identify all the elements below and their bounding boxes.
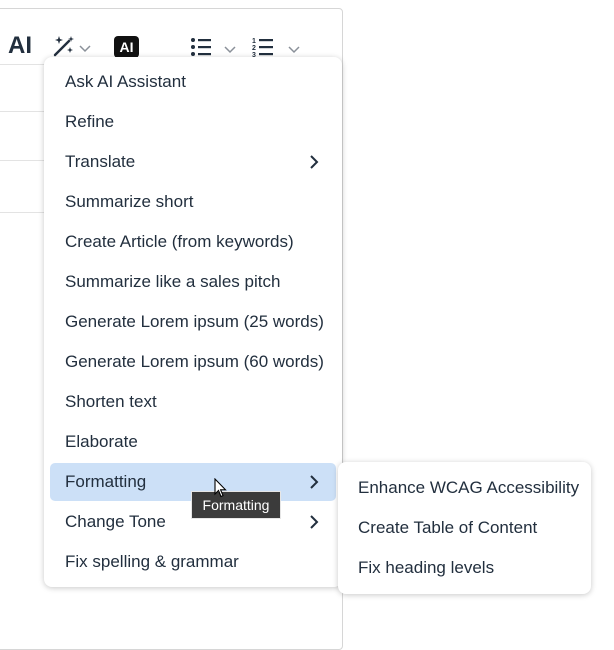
- ai-text-button[interactable]: AI: [8, 32, 32, 60]
- submenu-item-enhance-wcag-accessibility[interactable]: Enhance WCAG Accessibility: [344, 469, 585, 507]
- submenu-item-label: Create Table of Content: [358, 518, 538, 537]
- svg-text:1: 1: [252, 38, 256, 45]
- submenu-item-create-table-of-content[interactable]: Create Table of Content: [344, 509, 585, 547]
- menu-item-label: Elaborate: [65, 432, 138, 451]
- menu-item-label: Change Tone: [65, 512, 166, 531]
- formatting-submenu: Enhance WCAG Accessibility Create Table o…: [338, 462, 591, 594]
- menu-item-refine[interactable]: Refine: [50, 103, 336, 141]
- tooltip: Formatting: [191, 491, 281, 519]
- chevron-down-icon: [79, 42, 91, 56]
- menu-item-shorten-text[interactable]: Shorten text: [50, 383, 336, 421]
- menu-item-label: Create Article (from keywords): [65, 232, 294, 251]
- menu-item-elaborate[interactable]: Elaborate: [50, 423, 336, 461]
- chevron-right-icon: [306, 472, 322, 492]
- menu-item-generate-lorem-ipsum-25-words[interactable]: Generate Lorem ipsum (25 words): [50, 303, 336, 341]
- submenu-item-label: Enhance WCAG Accessibility: [358, 478, 580, 497]
- ai-badge-button[interactable]: AI: [114, 36, 139, 58]
- ai-badge-icon: AI: [119, 39, 134, 55]
- menu-item-label: Formatting: [65, 472, 147, 491]
- chevron-down-icon[interactable]: [288, 43, 300, 57]
- menu-item-create-article-from-keywords[interactable]: Create Article (from keywords): [50, 223, 336, 261]
- editor-divider: [0, 160, 44, 161]
- editor-divider: [0, 111, 44, 112]
- menu-item-label: Refine: [65, 112, 115, 131]
- toolbar: AI AI 123: [0, 8, 341, 64]
- menu-item-label: Fix spelling & grammar: [65, 552, 239, 571]
- menu-item-label: Generate Lorem ipsum (60 words): [65, 352, 324, 371]
- menu-item-generate-lorem-ipsum-60-words[interactable]: Generate Lorem ipsum (60 words): [50, 343, 336, 381]
- editor-divider: [0, 212, 44, 213]
- submenu-item-fix-heading-levels[interactable]: Fix heading levels: [344, 549, 585, 587]
- menu-item-summarize-short[interactable]: Summarize short: [50, 183, 336, 221]
- menu-item-label: Ask AI Assistant: [65, 72, 186, 91]
- menu-item-label: Generate Lorem ipsum (25 words): [65, 312, 324, 331]
- chevron-down-icon[interactable]: [224, 43, 236, 57]
- chevron-right-icon: [306, 152, 322, 172]
- menu-item-label: Summarize short: [65, 192, 194, 211]
- menu-item-translate[interactable]: Translate: [50, 143, 336, 181]
- editor-divider: [0, 64, 44, 65]
- menu-item-label: Translate: [65, 152, 136, 171]
- svg-text:2: 2: [252, 45, 256, 52]
- menu-item-summarize-like-a-sales-pitch[interactable]: Summarize like a sales pitch: [50, 263, 336, 301]
- menu-item-label: Summarize like a sales pitch: [65, 272, 281, 291]
- mouse-cursor-icon: [214, 477, 228, 503]
- chevron-right-icon: [306, 512, 322, 532]
- menu-item-label: Shorten text: [65, 392, 157, 411]
- menu-item-ask-ai-assistant[interactable]: Ask AI Assistant: [50, 63, 336, 101]
- menu-item-fix-spelling-grammar[interactable]: Fix spelling & grammar: [50, 543, 336, 581]
- submenu-item-label: Fix heading levels: [358, 558, 495, 577]
